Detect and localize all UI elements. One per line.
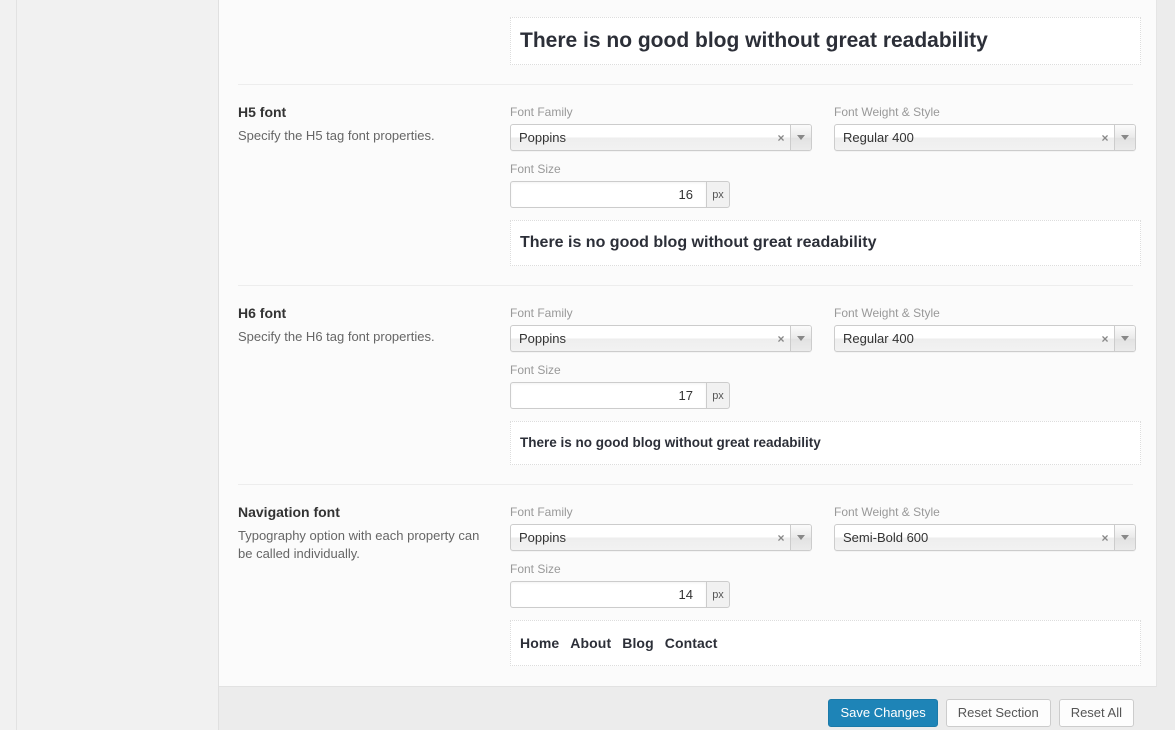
nav-font-family-value: Poppins xyxy=(519,530,566,545)
font-preview-navigation: Home About Blog Contact xyxy=(510,620,1141,666)
section-h5-font: H5 font Specify the H5 tag font properti… xyxy=(219,85,1156,285)
settings-panel: There is no good blog without great read… xyxy=(219,0,1175,730)
sidebar-spacer xyxy=(18,0,219,730)
h5-font-family-value: Poppins xyxy=(519,130,566,145)
nav-font-size-group: Font Size px xyxy=(510,562,1156,608)
clear-selection-icon[interactable]: × xyxy=(772,525,790,550)
nav-preview-item: Blog xyxy=(622,635,654,651)
chevron-down-icon[interactable] xyxy=(790,525,811,550)
h5-font-size-unit: px xyxy=(706,181,730,208)
h5-font-weight-group: Font Weight & Style Regular 400 × xyxy=(834,105,1136,151)
admin-menu-rail xyxy=(0,0,17,730)
font-preview-h4: There is no good blog without great read… xyxy=(510,17,1141,65)
h6-font-family-label: Font Family xyxy=(510,306,573,320)
h6-font-family-group: Font Family Poppins × xyxy=(510,306,812,352)
section-h4-partial: There is no good blog without great read… xyxy=(219,0,1156,84)
nav-font-weight-label: Font Weight & Style xyxy=(834,505,940,519)
chevron-down-icon[interactable] xyxy=(1114,525,1135,550)
chevron-down-icon[interactable] xyxy=(790,326,811,351)
settings-panel-content: There is no good blog without great read… xyxy=(219,0,1157,687)
chevron-down-icon[interactable] xyxy=(790,125,811,150)
nav-preview-item: Contact xyxy=(664,635,718,651)
h5-font-weight-value: Regular 400 xyxy=(843,130,914,145)
h6-font-family-select[interactable]: Poppins × xyxy=(510,325,812,352)
section-h6-description: Specify the H6 tag font properties. xyxy=(238,329,435,344)
h5-font-weight-label: Font Weight & Style xyxy=(834,105,940,119)
h6-font-weight-group: Font Weight & Style Regular 400 × xyxy=(834,306,1136,352)
nav-font-size-unit: px xyxy=(706,581,730,608)
h5-font-size-input[interactable] xyxy=(510,181,706,208)
section-h6-left: H6 font Specify the H6 tag font properti… xyxy=(238,304,510,346)
reset-all-button[interactable]: Reset All xyxy=(1058,699,1134,727)
clear-selection-icon[interactable]: × xyxy=(1096,525,1114,550)
h6-font-size-group: Font Size px xyxy=(510,363,1156,409)
h5-font-size-label: Font Size xyxy=(510,162,561,176)
font-preview-h5: There is no good blog without great read… xyxy=(510,220,1141,266)
section-h4-right: There is no good blog without great read… xyxy=(510,0,1156,84)
section-navigation-right: Font Family Poppins × Font Weight & Styl… xyxy=(510,503,1156,685)
section-navigation-left: Navigation font Typography option with e… xyxy=(238,503,510,563)
nav-font-weight-value: Semi-Bold 600 xyxy=(843,530,929,545)
font-preview-h6: There is no good blog without great read… xyxy=(510,421,1141,465)
section-navigation-title: Navigation font xyxy=(238,504,340,520)
section-h5-left: H5 font Specify the H5 tag font properti… xyxy=(238,103,510,145)
nav-font-size-label: Font Size xyxy=(510,562,561,576)
h6-font-weight-select[interactable]: Regular 400 × xyxy=(834,325,1136,352)
nav-font-family-select[interactable]: Poppins × xyxy=(510,524,812,551)
reset-section-button[interactable]: Reset Section xyxy=(945,699,1051,727)
section-h5-title: H5 font xyxy=(238,104,287,120)
nav-preview-item: About xyxy=(570,635,612,651)
section-h6-title: H6 font xyxy=(238,305,287,321)
clear-selection-icon[interactable]: × xyxy=(772,326,790,351)
nav-font-family-label: Font Family xyxy=(510,505,573,519)
nav-font-weight-group: Font Weight & Style Semi-Bold 600 × xyxy=(834,505,1136,551)
h5-font-weight-select[interactable]: Regular 400 × xyxy=(834,124,1136,151)
settings-footer-bar: Save Changes Reset Section Reset All xyxy=(219,688,1175,730)
h6-font-size-input[interactable] xyxy=(510,382,706,409)
h5-font-family-select[interactable]: Poppins × xyxy=(510,124,812,151)
nav-font-size-input[interactable] xyxy=(510,581,706,608)
section-h6-font: H6 font Specify the H6 tag font properti… xyxy=(219,286,1156,484)
h6-font-size-label: Font Size xyxy=(510,363,561,377)
section-navigation-font: Navigation font Typography option with e… xyxy=(219,485,1156,685)
save-changes-button[interactable]: Save Changes xyxy=(828,699,938,727)
h6-font-family-value: Poppins xyxy=(519,331,566,346)
h6-font-size-unit: px xyxy=(706,382,730,409)
clear-selection-icon[interactable]: × xyxy=(1096,125,1114,150)
clear-selection-icon[interactable]: × xyxy=(1096,326,1114,351)
section-h5-right: Font Family Poppins × Font Weight & Styl… xyxy=(510,103,1156,285)
nav-font-weight-select[interactable]: Semi-Bold 600 × xyxy=(834,524,1136,551)
section-h6-right: Font Family Poppins × Font Weight & Styl… xyxy=(510,304,1156,484)
h6-font-weight-label: Font Weight & Style xyxy=(834,306,940,320)
chevron-down-icon[interactable] xyxy=(1114,326,1135,351)
h6-font-weight-value: Regular 400 xyxy=(843,331,914,346)
section-h5-description: Specify the H5 tag font properties. xyxy=(238,128,435,143)
chevron-down-icon[interactable] xyxy=(1114,125,1135,150)
section-navigation-description: Typography option with each property can… xyxy=(238,528,480,561)
h5-font-family-group: Font Family Poppins × xyxy=(510,105,812,151)
clear-selection-icon[interactable]: × xyxy=(772,125,790,150)
options-page: There is no good blog without great read… xyxy=(0,0,1175,730)
nav-preview-item: Home xyxy=(520,635,560,651)
nav-font-family-group: Font Family Poppins × xyxy=(510,505,812,551)
h5-font-family-label: Font Family xyxy=(510,105,573,119)
h5-font-size-group: Font Size px xyxy=(510,162,1156,208)
